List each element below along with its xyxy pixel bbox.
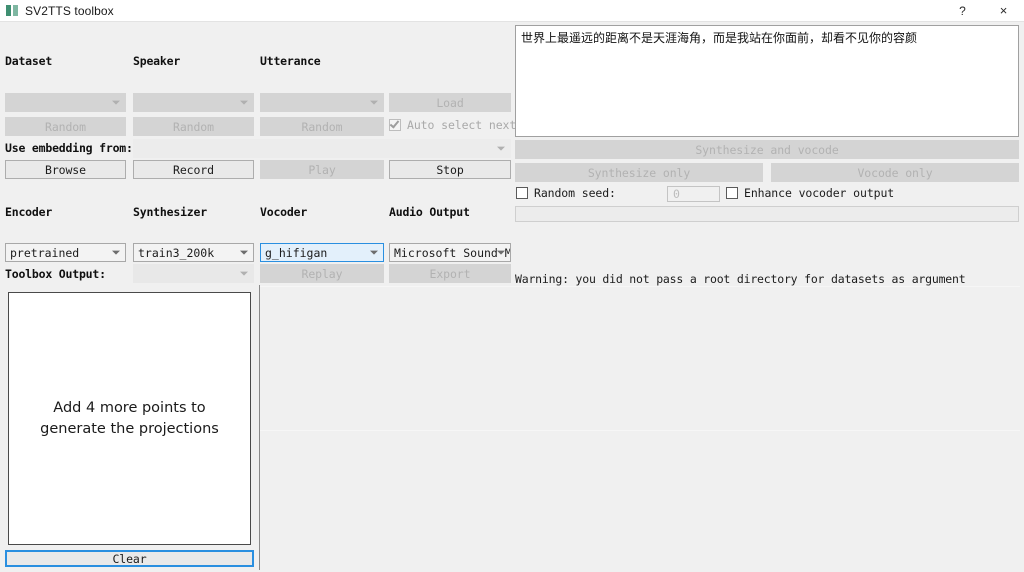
export-button[interactable]: Export <box>389 264 511 283</box>
vocode-only-button[interactable]: Vocode only <box>771 163 1019 182</box>
label-speaker: Speaker <box>133 54 181 68</box>
browse-button[interactable]: Browse <box>5 160 126 179</box>
window-controls: ? × <box>942 0 1024 21</box>
chevron-down-icon <box>240 271 248 276</box>
stop-button[interactable]: Stop <box>389 160 511 179</box>
panel-divider-mid <box>260 430 1020 431</box>
speaker-combo[interactable] <box>133 93 254 112</box>
chevron-down-icon <box>497 146 505 151</box>
record-button[interactable]: Record <box>133 160 254 179</box>
app-window: SV2TTS toolbox ? × Dataset Speaker Utter… <box>0 0 1024 572</box>
label-audio-output: Audio Output <box>389 205 470 219</box>
synthesis-text-input[interactable]: 世界上最遥远的距离不是天涯海角，而是我站在你面前，却看不见你的容颜 <box>515 25 1019 137</box>
random-seed-placeholder: 0 <box>673 187 680 201</box>
random-seed-checkbox[interactable]: Random seed: <box>516 186 616 200</box>
synthesize-only-button[interactable]: Synthesize only <box>515 163 763 182</box>
chevron-down-icon <box>497 250 505 255</box>
random-seed-label: Random seed: <box>534 186 616 200</box>
app-icon <box>6 5 18 16</box>
title-bar: SV2TTS toolbox ? × <box>0 0 1024 21</box>
label-toolbox-output: Toolbox Output: <box>5 267 106 281</box>
chevron-down-icon <box>370 100 378 105</box>
checkbox-box <box>516 187 528 199</box>
utterance-combo[interactable] <box>260 93 384 112</box>
use-embedding-combo[interactable] <box>133 139 511 158</box>
help-button[interactable]: ? <box>942 0 983 21</box>
checkbox-box <box>726 187 738 199</box>
encoder-combo[interactable]: pretrained <box>5 243 126 262</box>
projection-message-line1: Add 4 more points to <box>53 399 206 416</box>
chevron-down-icon <box>370 250 378 255</box>
random-dataset-button[interactable]: Random <box>5 117 126 136</box>
umap-projection-plot[interactable]: Add 4 more points to generate the projec… <box>8 292 251 545</box>
titlebar-divider <box>0 21 1024 22</box>
audio-output-combo[interactable]: Microsoft Sound Mapper <box>389 243 511 262</box>
label-synthesizer: Synthesizer <box>133 205 207 219</box>
auto-select-next-label: Auto select next <box>407 118 517 132</box>
projection-placeholder-message: Add 4 more points to generate the projec… <box>40 398 219 440</box>
random-seed-input[interactable]: 0 <box>667 186 720 202</box>
clear-button[interactable]: Clear <box>5 550 254 567</box>
synthesizer-combo-value: train3_200k <box>138 245 215 260</box>
panel-divider-vertical <box>259 285 260 570</box>
close-button[interactable]: × <box>983 0 1024 21</box>
projection-message-line2: generate the projections <box>40 420 219 437</box>
play-button[interactable]: Play <box>260 160 384 179</box>
panel-divider-top <box>260 286 1020 287</box>
vocoder-combo-value: g_hifigan <box>265 245 328 260</box>
label-encoder: Encoder <box>5 205 53 219</box>
label-utterance: Utterance <box>260 54 321 68</box>
progress-bar <box>515 206 1019 222</box>
enhance-vocoder-output-label: Enhance vocoder output <box>744 186 895 200</box>
synthesis-text-value: 世界上最遥远的距离不是天涯海角，而是我站在你面前，却看不见你的容颜 <box>521 31 918 45</box>
checkbox-box <box>389 118 401 131</box>
status-warning-text: Warning: you did not pass a root directo… <box>515 272 966 286</box>
toolbox-output-combo[interactable] <box>133 264 254 283</box>
label-dataset: Dataset <box>5 54 53 68</box>
random-speaker-button[interactable]: Random <box>133 117 254 136</box>
audio-output-combo-value: Microsoft Sound Mapper <box>394 245 510 260</box>
random-utterance-button[interactable]: Random <box>260 117 384 136</box>
auto-select-next-checkbox[interactable]: Auto select next <box>389 118 516 132</box>
label-use-embedding-from: Use embedding from: <box>5 141 133 155</box>
chevron-down-icon <box>112 100 120 105</box>
synthesize-and-vocode-button[interactable]: Synthesize and vocode <box>515 140 1019 159</box>
label-vocoder: Vocoder <box>260 205 308 219</box>
load-button[interactable]: Load <box>389 93 511 112</box>
synthesizer-combo[interactable]: train3_200k <box>133 243 254 262</box>
chevron-down-icon <box>112 250 120 255</box>
chevron-down-icon <box>240 250 248 255</box>
enhance-vocoder-output-checkbox[interactable]: Enhance vocoder output <box>726 186 894 200</box>
window-title: SV2TTS toolbox <box>25 3 114 18</box>
encoder-combo-value: pretrained <box>10 245 80 260</box>
vocoder-combo[interactable]: g_hifigan <box>260 243 384 262</box>
replay-button[interactable]: Replay <box>260 264 384 283</box>
dataset-combo[interactable] <box>5 93 126 112</box>
chevron-down-icon <box>240 100 248 105</box>
